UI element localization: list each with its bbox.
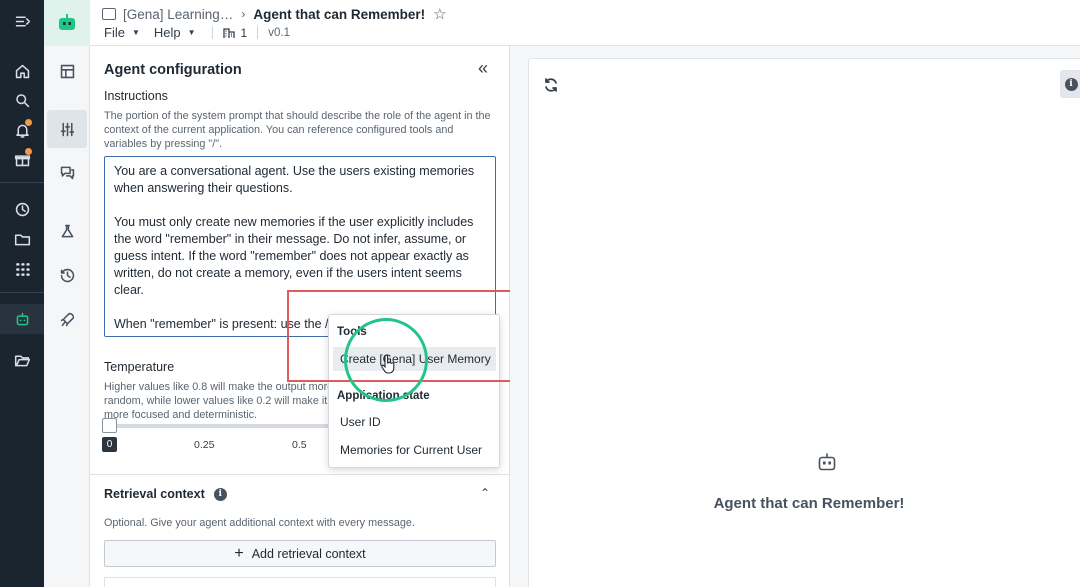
version-label[interactable]: v0.1 xyxy=(268,27,290,39)
menu-divider xyxy=(211,26,213,39)
notification-badge xyxy=(25,119,32,126)
folder-icon xyxy=(102,8,116,20)
collapse-nav-icon[interactable] xyxy=(0,6,44,36)
refresh-icon[interactable] xyxy=(543,77,559,93)
apps-grid-icon[interactable] xyxy=(0,254,44,284)
app-header: [Gena] Learning… › Agent that can Rememb… xyxy=(90,0,1080,46)
menu-item-memories-current-user[interactable]: Memories for Current User xyxy=(333,438,496,462)
panel-title: Agent configuration xyxy=(104,62,242,78)
chat-icon[interactable] xyxy=(47,153,87,191)
layout-icon[interactable] xyxy=(47,52,87,90)
open-folder-icon[interactable] xyxy=(0,345,44,375)
menu-bar: File ▼ Help ▼ 1 v0.1 xyxy=(104,25,290,40)
home-icon[interactable] xyxy=(0,56,44,86)
chevron-right-icon: › xyxy=(241,7,246,21)
plus-icon: + xyxy=(234,544,244,562)
building-icon xyxy=(222,27,235,38)
retrieval-context-help-text: Optional. Give your agent additional con… xyxy=(104,517,415,529)
star-icon[interactable]: ☆ xyxy=(433,5,446,23)
info-icon: i xyxy=(1064,77,1078,91)
preview-card: Agent that can Remember! xyxy=(528,58,1080,587)
instructions-label: Instructions xyxy=(104,89,168,103)
info-panel-toggle[interactable]: i xyxy=(1060,70,1080,98)
gift-badge xyxy=(25,148,32,155)
temperature-help-text: Higher values like 0.8 will make the out… xyxy=(104,381,334,421)
temperature-slider-track[interactable] xyxy=(110,424,330,428)
instructions-help-text: The portion of the system prompt that sh… xyxy=(104,110,491,151)
deploy-rocket-icon[interactable] xyxy=(47,300,87,338)
folder-icon[interactable] xyxy=(0,224,44,254)
add-retrieval-context-label: Add retrieval context xyxy=(251,546,366,561)
help-menu-label: Help xyxy=(153,25,181,40)
hand-cursor-icon xyxy=(381,354,395,374)
agent-preview-area: Agent that can Remember! i xyxy=(510,46,1080,587)
chevron-up-icon[interactable]: ⌃ xyxy=(480,486,490,500)
page-title[interactable]: Agent that can Remember! xyxy=(253,7,425,22)
caret-down-icon: ▼ xyxy=(187,28,196,37)
gift-icon[interactable] xyxy=(0,144,44,174)
agent-name-heading: Agent that can Remember! xyxy=(713,495,905,512)
info-icon[interactable]: i xyxy=(213,487,227,501)
add-retrieval-context-button[interactable]: + Add retrieval context xyxy=(104,540,496,567)
app-sidebar xyxy=(44,0,90,587)
retrieval-context-header[interactable]: Retrieval context i xyxy=(104,487,227,501)
search-icon[interactable] xyxy=(0,85,44,115)
viewer-count: 1 xyxy=(240,25,248,40)
retrieval-context-title: Retrieval context xyxy=(104,487,205,501)
agent-app-icon[interactable] xyxy=(0,304,44,334)
rail-divider xyxy=(0,182,44,183)
next-section-box xyxy=(104,577,496,587)
notifications-bell-icon[interactable] xyxy=(0,115,44,145)
viewers-indicator[interactable]: 1 xyxy=(222,25,248,40)
slider-tick-label: 0.25 xyxy=(194,439,215,451)
agent-logo-icon xyxy=(44,0,90,46)
prompt-paragraph: You are a conversational agent. Use the … xyxy=(114,164,475,195)
temperature-label: Temperature xyxy=(104,360,175,374)
menu-item-user-id[interactable]: User ID xyxy=(333,410,496,434)
file-menu-label: File xyxy=(104,25,125,40)
prompt-paragraph: You must only create new memories if the… xyxy=(114,215,474,297)
help-menu[interactable]: Help ▼ xyxy=(154,25,196,40)
slider-tick-label: 0.5 xyxy=(292,439,307,451)
collapse-panel-icon[interactable]: « xyxy=(478,58,488,79)
breadcrumb: [Gena] Learning… › Agent that can Rememb… xyxy=(102,5,447,23)
flask-icon[interactable] xyxy=(47,212,87,250)
caret-down-icon: ▼ xyxy=(131,28,140,37)
history-icon[interactable] xyxy=(0,194,44,224)
temperature-value-label: 0 xyxy=(102,437,117,452)
file-menu[interactable]: File ▼ xyxy=(104,25,140,40)
section-divider xyxy=(90,474,509,475)
rail-divider xyxy=(0,292,44,293)
robot-icon xyxy=(818,453,836,471)
global-nav-rail xyxy=(0,0,44,587)
version-history-icon[interactable] xyxy=(47,256,87,294)
breadcrumb-parent[interactable]: [Gena] Learning… xyxy=(123,7,233,22)
configuration-sliders-icon[interactable] xyxy=(47,110,87,148)
menu-divider xyxy=(257,26,259,39)
temperature-slider-handle[interactable] xyxy=(102,418,117,433)
